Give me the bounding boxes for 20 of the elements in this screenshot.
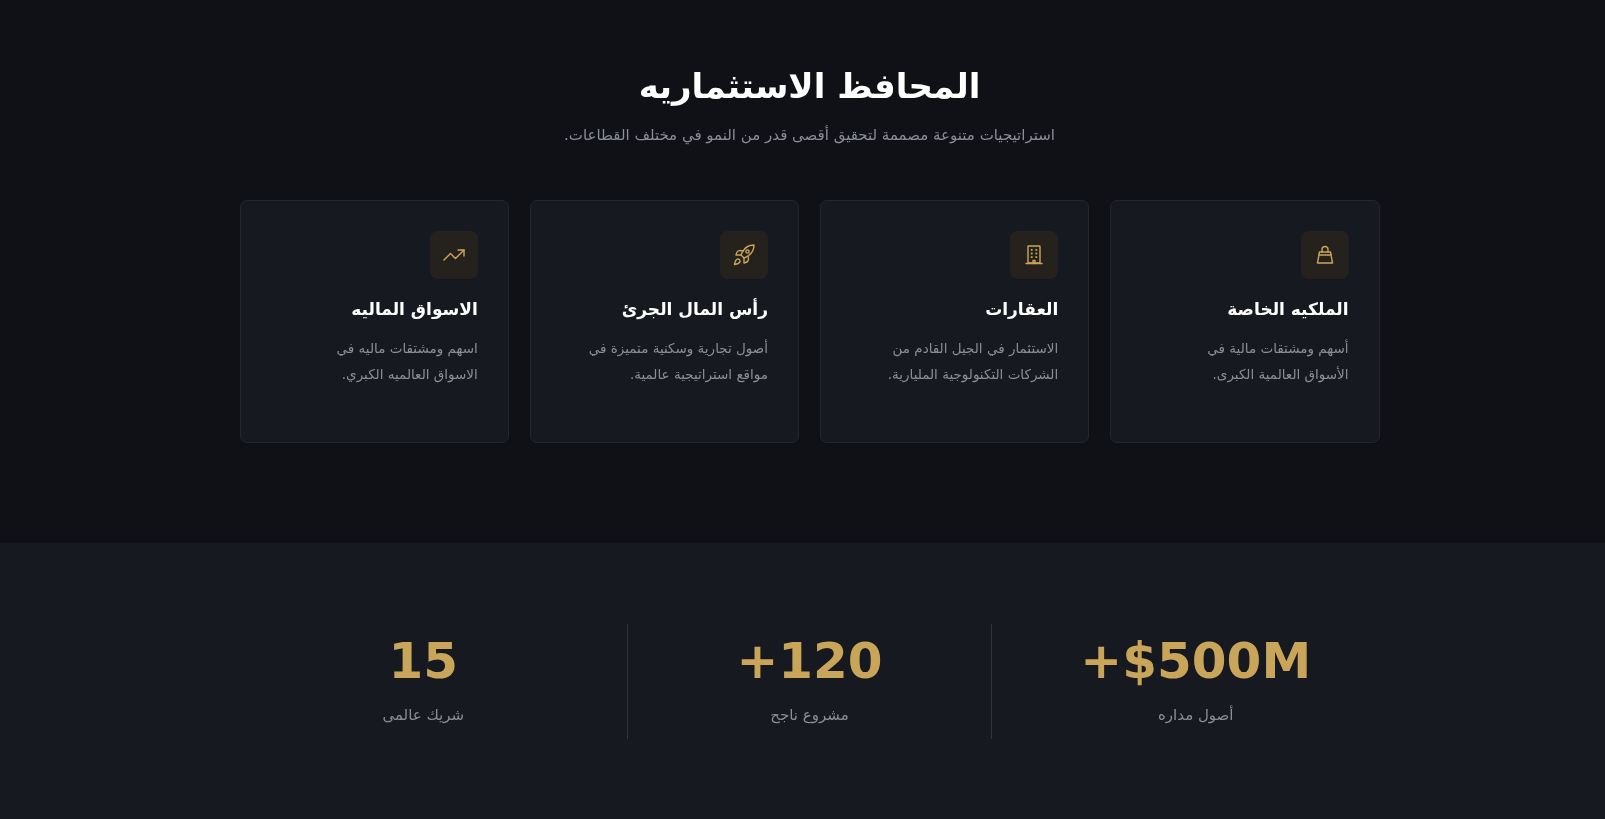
stat-value: 15 <box>388 631 459 692</box>
card-description: الاستثمار في الجيل القادم من الشركات التكنولوجية المليارية. <box>886 339 1059 385</box>
section-title: المحافظ الاستثماريه <box>638 65 981 108</box>
card-title: رأس المال الجرئ <box>621 297 768 322</box>
card-title: الملكيه الخاصة <box>1227 298 1349 321</box>
card-description: أصول تجارية وسكنية متميزة في مواقع استراتيجية عالمية. <box>587 338 768 385</box>
card-description: اسهم ومشتقات ماليه في الاسواق العالميه الكبري. <box>335 339 478 385</box>
card-title: الاسواق الماليه <box>351 298 478 321</box>
stat-label: مشروع ناجح <box>770 705 849 726</box>
shopping-bag-icon <box>1300 231 1349 279</box>
card-description: أسهم ومشتقات مالية في الأسواق العالمية الكبرى. <box>1206 338 1349 385</box>
card-title: العقارات <box>985 298 1059 321</box>
stat-value: +120 <box>736 631 883 692</box>
trend-up-icon <box>429 231 478 279</box>
stat-label: أصول مداره <box>1158 704 1234 726</box>
stat-value: +$500M <box>1080 631 1312 692</box>
building-icon <box>1010 231 1059 279</box>
section-subtitle: استراتيجيات متنوعة مصممة لتحقيق أقصى قدر من النمو في مختلف القطاعات. <box>564 124 1055 147</box>
stat-label: شريك عالمى <box>382 705 465 726</box>
rocket-icon <box>720 231 768 279</box>
